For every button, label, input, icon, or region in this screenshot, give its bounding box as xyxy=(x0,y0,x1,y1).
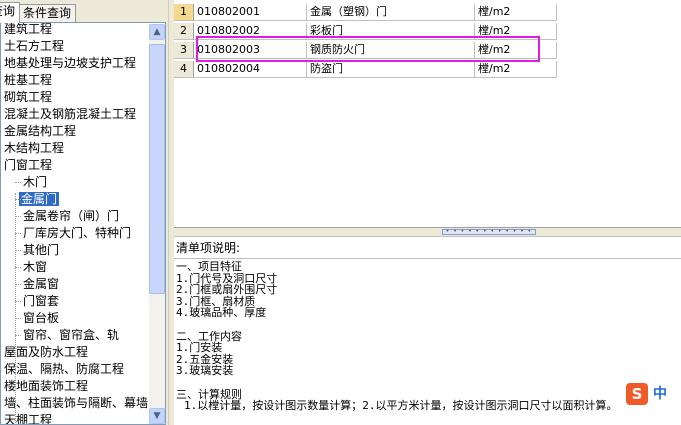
tree-item[interactable]: 土石方工程 xyxy=(4,38,64,54)
tab-query[interactable]: 查询 xyxy=(0,2,20,23)
tree-item[interactable]: 地基处理与边坡支护工程 xyxy=(4,55,136,71)
tree-item-label: 门窗工程 xyxy=(4,158,53,172)
tree-item[interactable]: 木结构工程 xyxy=(4,140,64,156)
row-number: 2 xyxy=(174,23,194,40)
ime-language-toggle[interactable]: 中 xyxy=(653,384,673,404)
tree-connector xyxy=(15,216,21,217)
tree-item-label: 其他门 xyxy=(23,243,60,257)
code-cell: 010802004 xyxy=(194,61,307,78)
tree-item[interactable]: 窗台板 xyxy=(15,310,60,326)
tree-item[interactable]: 保温、隔热、防腐工程 xyxy=(4,361,124,377)
tree-item[interactable]: 厂库房大门、特种门 xyxy=(15,225,132,241)
tree-item[interactable]: 金属卷帘（闸）门 xyxy=(15,208,120,224)
tree-item[interactable]: 建筑工程 xyxy=(4,22,53,37)
tree-item[interactable]: 桩基工程 xyxy=(4,72,52,88)
tree-item-label: 砌筑工程 xyxy=(4,90,53,104)
tree-item-label: 窗台板 xyxy=(23,311,60,325)
tree-item-label: 木门 xyxy=(23,175,48,189)
name-cell: 防盗门 xyxy=(307,61,475,78)
tree-item-label: 厂库房大门、特种门 xyxy=(23,226,132,240)
row-number: 4 xyxy=(174,61,194,78)
unit-cell: 樘/m2 xyxy=(475,61,557,78)
name-cell: 金属（塑钢）门 xyxy=(307,4,475,21)
tree-item-label: 木窗 xyxy=(23,260,48,274)
tree-item-label: 墙、柱面装饰与隔断、幕墙 xyxy=(4,396,149,410)
tree-connector xyxy=(15,182,21,183)
scroll-down-button[interactable]: ▼ xyxy=(149,408,165,424)
scroll-up-button[interactable]: ▲ xyxy=(149,24,165,40)
tree-item[interactable]: 金属窗 xyxy=(15,276,60,292)
tree-item-label: 屋面及防水工程 xyxy=(4,345,89,359)
table-row[interactable]: 1 010802001 金属（塑钢）门 樘/m2 xyxy=(174,4,557,21)
tree-item-label: 楼地面装饰工程 xyxy=(4,379,89,393)
code-cell: 010802001 xyxy=(194,4,307,21)
item-grid: 1 010802001 金属（塑钢）门 樘/m2 2 010802002 彩板门 樘/m2 3 0… xyxy=(174,0,681,228)
tree-item[interactable]: 木窗 xyxy=(15,259,48,275)
tree-item-label: 地基处理与边坡支护工程 xyxy=(4,56,137,70)
scroll-thumb[interactable] xyxy=(149,44,165,294)
tree-item-label: 桩基工程 xyxy=(4,73,53,87)
tree-connector xyxy=(15,335,21,336)
left-panel: 条件查询 查询 建筑工程土石方工程地基处理与边坡支护工程桩基工程砌筑工程混凝土及… xyxy=(0,0,168,425)
description-header: 清单项说明: xyxy=(174,236,681,258)
tree-connector xyxy=(15,301,21,302)
tree-item-label: 保温、隔热、防腐工程 xyxy=(4,362,125,376)
tree-item-label: 建筑工程 xyxy=(4,22,53,36)
tree-item[interactable]: 门窗工程 xyxy=(4,157,52,173)
tree-item-label: 天棚工程 xyxy=(4,413,53,425)
tree-item[interactable]: 窗帘、窗帘盒、轨 xyxy=(15,327,120,343)
sogou-ime-icon[interactable]: S xyxy=(626,383,648,405)
description-line: 1.以樘计量，按设计图示数量计算；2.以平方米计量，按设计图示洞口尺寸以面积计算… xyxy=(184,399,618,413)
tree-item-label: 金属窗 xyxy=(23,277,60,291)
highlight-box xyxy=(196,36,540,62)
tree-item-label: 混凝土及钢筋混凝土工程 xyxy=(4,107,137,121)
tree-connector xyxy=(15,233,21,234)
tree-item-label: 木结构工程 xyxy=(4,141,65,155)
tree-connector xyxy=(15,250,21,251)
description-text: 一、项目特征 1.门代号及洞口尺寸 2.门框或扇外围尺寸 3.门框、扇材质 4.玻璃品种… xyxy=(174,258,681,425)
tree-item-label: 金属门 xyxy=(19,192,60,206)
tree-item[interactable]: 天棚工程 xyxy=(4,412,53,425)
tree-item[interactable]: 屋面及防水工程 xyxy=(4,344,88,360)
tree-connector xyxy=(15,284,21,285)
horizontal-splitter[interactable]: • • • • • • • • • • • • xyxy=(174,228,681,236)
ime-indicator[interactable]: S 中 xyxy=(626,383,676,405)
tree-scrollbar[interactable]: ▲ ▼ xyxy=(149,24,165,424)
tree-item[interactable]: 楼地面装饰工程 xyxy=(4,378,88,394)
tree-item[interactable]: 砌筑工程 xyxy=(4,89,52,105)
table-row[interactable]: 4 010802004 防盗门 樘/m2 xyxy=(174,61,557,78)
tree-item[interactable]: 金属门 xyxy=(15,191,60,207)
tree-connector xyxy=(15,318,21,319)
tree-item-label: 金属结构工程 xyxy=(4,124,77,138)
tree-item[interactable]: 其他门 xyxy=(15,242,60,258)
row-number: 3 xyxy=(174,42,194,59)
tree-connector xyxy=(15,199,21,200)
tree-item[interactable]: 混凝土及钢筋混凝土工程 xyxy=(4,106,136,122)
tree-item[interactable]: 金属结构工程 xyxy=(4,123,76,139)
description-line: 3.玻璃安装 xyxy=(176,364,234,378)
tree-item[interactable]: 门窗套 xyxy=(15,293,60,309)
splitter-grip[interactable]: • • • • • • • • • • • • xyxy=(442,229,536,235)
category-tree: 建筑工程 土石方工程 地基处理与边坡支护工程 桩基工程 砌筑工程 混凝土及钢筋混凝土工程金… xyxy=(0,22,166,425)
tree-item-label: 土石方工程 xyxy=(4,39,65,53)
query-tabs: 条件查询 查询 xyxy=(0,0,168,23)
tree-item[interactable]: 墙、柱面装饰与隔断、幕墙 xyxy=(4,395,148,411)
unit-cell: 樘/m2 xyxy=(475,4,557,21)
row-number: 1 xyxy=(174,4,194,21)
tree-item[interactable]: 木门 xyxy=(15,174,48,190)
tree-connector xyxy=(15,267,21,268)
tree-item-label: 金属卷帘（闸）门 xyxy=(23,209,120,223)
description-line: 4.玻璃品种、厚度 xyxy=(176,306,267,320)
tab-condition-query[interactable]: 条件查询 xyxy=(18,4,76,22)
tree-item-label: 窗帘、窗帘盒、轨 xyxy=(23,328,120,342)
tree-item-label: 门窗套 xyxy=(23,294,60,308)
